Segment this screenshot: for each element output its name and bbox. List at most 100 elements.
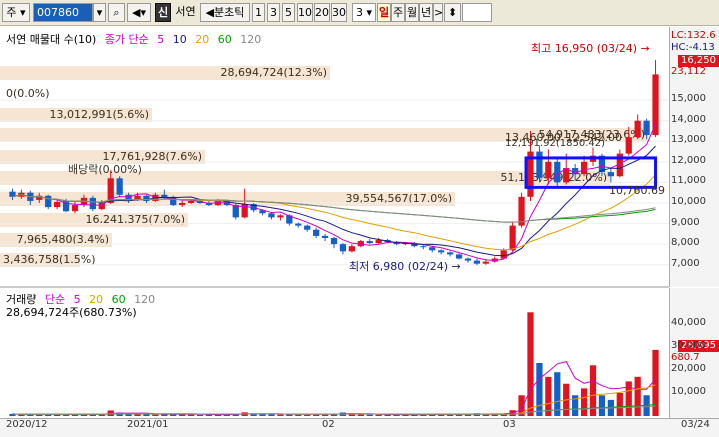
price-tick-label: 9,000 (671, 216, 700, 228)
candle (580, 161, 588, 175)
volume-bar (527, 312, 534, 416)
x-axis (0, 418, 719, 437)
x-label-text: 03 (503, 419, 516, 430)
price-tick-label: 10,000 (671, 195, 706, 207)
x-label: 2020/12 (6, 419, 48, 430)
volume-bar (196, 414, 204, 416)
box-mid-annotation: 12,191.92(1850.42) (505, 137, 605, 151)
price-tick-label: 7,000 (671, 257, 700, 269)
candle (473, 260, 481, 264)
volume-bar (187, 414, 195, 416)
x-label: 03 (503, 419, 516, 430)
candle (187, 200, 195, 203)
candle (643, 120, 650, 136)
price-tick-label: 8,000 (671, 237, 700, 249)
volume-bar (580, 388, 588, 416)
candle (161, 194, 168, 197)
price-tick-label: 15,000 (671, 93, 706, 105)
volume-bar (268, 414, 275, 416)
candle (71, 205, 79, 212)
candle (482, 261, 489, 264)
candle (295, 223, 302, 226)
candle (464, 258, 472, 261)
volume-bar (366, 414, 373, 416)
last-volume-value: 28,694,724주(680.73%) (6, 306, 137, 319)
candle (232, 205, 239, 218)
volume-bar (277, 414, 284, 416)
volume-pct-label: 680.7 (671, 352, 716, 363)
x-label: 02 (322, 419, 335, 430)
high-annotation: 최고 16,950 (03/24) → (531, 42, 650, 55)
high-label: 최고 16,950 (03/24) (531, 42, 638, 55)
volume-bar (616, 392, 623, 416)
box-mid-label: 12,191.92(1850.42) (505, 138, 606, 149)
candle (53, 201, 61, 208)
volume-tick-label: 40,000 (671, 316, 706, 328)
last-price-value: 16,250 (681, 55, 716, 66)
candle (179, 202, 186, 206)
x-label: 03/24 (681, 419, 710, 430)
candle (366, 241, 373, 244)
low-annotation: 최저 6,980 (02/24) → (349, 260, 461, 273)
price-tick-label: 13,000 (671, 134, 706, 146)
candle (45, 195, 52, 208)
candle (652, 74, 659, 136)
volume-tick-label: 10,000 (671, 385, 706, 397)
candle (89, 197, 96, 210)
candle (420, 246, 427, 248)
x-label-text: 02 (322, 419, 335, 430)
candle (277, 215, 284, 218)
price-chart (0, 60, 669, 416)
candle (509, 225, 516, 251)
candle (268, 213, 275, 218)
volume-bar (36, 414, 43, 416)
candle (330, 237, 338, 245)
box-lower-annotation: 10,760.69 (609, 184, 665, 198)
volume-bar (152, 414, 159, 416)
x-label-text: 2021/01 (127, 419, 169, 430)
candle (545, 161, 552, 179)
candle (429, 247, 436, 251)
candle (313, 229, 320, 236)
candle (625, 137, 632, 154)
price-tick-label: 14,000 (671, 113, 706, 125)
hc-value: HC:-4.13 (671, 42, 715, 53)
candle (554, 161, 561, 183)
candle (321, 235, 329, 238)
volume-tick-label: 20,000 (671, 362, 706, 374)
candle (536, 151, 543, 179)
candle (348, 246, 355, 252)
candle (438, 250, 445, 253)
candle (446, 252, 454, 255)
volume-bar (143, 414, 150, 416)
volume-bar (598, 395, 606, 416)
volume-pct-value: 680.7 (671, 352, 700, 363)
candle (339, 244, 347, 252)
lc-label: LC:132.6 (671, 30, 716, 41)
candle (455, 254, 463, 259)
box-lower-label: 10,760.69 (609, 184, 665, 197)
x-label-text: 03/24 (681, 419, 710, 430)
x-label-text: 2020/12 (6, 419, 48, 430)
price-tick-label: 12,000 (671, 154, 706, 166)
hc-label: HC:-4.13 (671, 42, 716, 53)
volume-bar (536, 363, 543, 416)
volume-bar (357, 414, 364, 416)
candle (634, 120, 641, 138)
prev-label: 23,112 (671, 66, 716, 77)
candle (143, 195, 150, 201)
low-label: 최저 6,980 (02/24) (349, 260, 449, 273)
prev-value: 23,112 (671, 66, 706, 77)
candle (607, 172, 615, 177)
last-volume-text: 28,694,724주(680.73%) (6, 304, 142, 320)
x-label: 2021/01 (127, 419, 169, 430)
volume-bar (634, 376, 641, 416)
candle (375, 240, 382, 244)
volume-bar (375, 414, 382, 416)
candle (116, 178, 123, 195)
dividend-label: 배당락(0.00%) (68, 163, 142, 176)
volume-bar (134, 414, 141, 416)
candle (304, 225, 311, 230)
price-tick-label: 11,000 (671, 175, 706, 187)
lc-value: LC:132.6 (671, 30, 716, 41)
